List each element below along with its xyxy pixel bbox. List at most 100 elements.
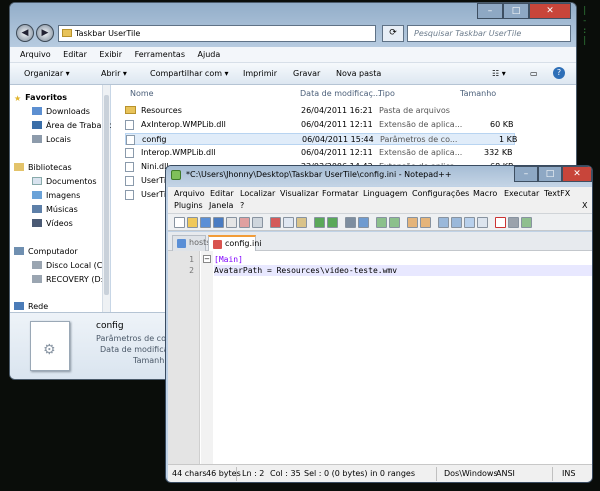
notepadpp-menubar: Arquivo Editar Localizar Visualizar Form… bbox=[168, 187, 592, 213]
minimize-button[interactable]: – bbox=[514, 166, 538, 182]
file-name: Interop.WMPLib.dll bbox=[141, 148, 216, 157]
list-item[interactable]: AxInterop.WMPLib.dll 06/04/2011 12:11 Ex… bbox=[125, 119, 515, 131]
macro-record-icon[interactable] bbox=[495, 217, 506, 228]
list-item-selected[interactable]: config 06/04/2011 15:44 Parâmetros de co… bbox=[125, 133, 518, 145]
close-document-button[interactable]: X bbox=[582, 201, 587, 210]
menu-configuracoes[interactable]: Configurações bbox=[412, 189, 469, 198]
tab-config-ini[interactable]: config.ini bbox=[208, 235, 262, 251]
videos-icon bbox=[32, 219, 42, 227]
forward-icon[interactable]: ▶ bbox=[36, 24, 54, 42]
menu-linguagem[interactable]: Linguagem bbox=[363, 189, 408, 198]
menu-textfx[interactable]: TextFX bbox=[544, 189, 570, 198]
sidebar-item-downloads[interactable]: Downloads bbox=[32, 107, 90, 116]
redo-icon[interactable] bbox=[327, 217, 338, 228]
organize-button[interactable]: Organizar ▾ bbox=[24, 69, 70, 78]
menu-arquivo[interactable]: Arquivo bbox=[174, 189, 205, 198]
paragraph-icon[interactable] bbox=[451, 217, 462, 228]
column-date[interactable]: Data de modificaç... bbox=[300, 89, 381, 98]
menu-editar[interactable]: Editar bbox=[210, 189, 234, 198]
tab-hosts[interactable]: hosts bbox=[172, 235, 210, 251]
print-icon[interactable] bbox=[252, 217, 263, 228]
burn-button[interactable]: Gravar bbox=[293, 69, 320, 78]
zoom-out-icon[interactable] bbox=[389, 217, 400, 228]
fold-icon[interactable] bbox=[477, 217, 488, 228]
show-all-chars-icon[interactable] bbox=[464, 217, 475, 228]
navigation-pane: ★ Favoritos Downloads Área de Trabalho Lo… bbox=[10, 85, 114, 312]
column-name[interactable]: Nome bbox=[130, 89, 154, 98]
address-bar[interactable]: Taskbar UserTile bbox=[58, 25, 376, 42]
undo-icon[interactable] bbox=[314, 217, 325, 228]
file-size: 1 KB bbox=[499, 135, 518, 144]
replace-icon[interactable] bbox=[358, 217, 369, 228]
menu-visualizar[interactable]: Visualizar bbox=[280, 189, 319, 198]
sidebar-item-network[interactable]: Rede bbox=[14, 302, 48, 311]
menu-arquivo[interactable]: Arquivo bbox=[10, 47, 51, 59]
sidebar-item-documents[interactable]: Documentos bbox=[32, 177, 97, 186]
save-all-icon[interactable] bbox=[213, 217, 224, 228]
minimize-button[interactable]: – bbox=[477, 3, 503, 19]
sidebar-item-libraries[interactable]: Bibliotecas bbox=[14, 163, 72, 172]
cut-icon[interactable] bbox=[270, 217, 281, 228]
search-input[interactable]: Pesquisar Taskbar UserTile bbox=[407, 25, 571, 42]
sidebar-item-recovery[interactable]: RECOVERY (D:) bbox=[32, 275, 106, 284]
dll-file-icon bbox=[125, 162, 134, 172]
text-editor[interactable]: 1 2 − [Main] AvatarPath = Resources\vide… bbox=[168, 251, 592, 464]
menu-help[interactable]: ? bbox=[240, 201, 244, 210]
menu-executar[interactable]: Executar bbox=[504, 189, 539, 198]
sync-scroll-icon[interactable] bbox=[407, 217, 418, 228]
downloads-icon bbox=[32, 107, 42, 115]
macro-stop-icon[interactable] bbox=[508, 217, 519, 228]
file-name: AxInterop.WMPLib.dll bbox=[141, 120, 226, 129]
sidebar-item-images[interactable]: Imagens bbox=[32, 191, 80, 200]
open-button[interactable]: Abrir ▾ bbox=[101, 69, 127, 78]
menu-janela[interactable]: Janela bbox=[209, 201, 233, 210]
indent-guide-icon[interactable] bbox=[438, 217, 449, 228]
help-icon[interactable]: ? bbox=[553, 67, 565, 79]
maximize-button[interactable]: □ bbox=[538, 166, 562, 182]
paste-icon[interactable] bbox=[296, 217, 307, 228]
preview-pane-icon[interactable]: ▭ bbox=[530, 69, 538, 78]
menu-formatar[interactable]: Formatar bbox=[322, 189, 358, 198]
new-folder-button[interactable]: Nova pasta bbox=[336, 69, 381, 78]
sidebar-scrollbar[interactable] bbox=[102, 85, 110, 312]
close-all-icon[interactable] bbox=[239, 217, 250, 228]
sidebar-item-local-disk[interactable]: Disco Local (C:) bbox=[32, 261, 108, 270]
share-button[interactable]: Compartilhar com ▾ bbox=[150, 69, 229, 78]
sidebar-item-videos[interactable]: Vídeos bbox=[32, 219, 73, 228]
scrollbar-thumb[interactable] bbox=[104, 95, 109, 295]
copy-icon[interactable] bbox=[283, 217, 294, 228]
find-icon[interactable] bbox=[345, 217, 356, 228]
zoom-in-icon[interactable] bbox=[376, 217, 387, 228]
sidebar-item-computer[interactable]: Computador bbox=[14, 247, 78, 256]
view-options-icon[interactable]: ☷ ▾ bbox=[492, 69, 506, 78]
list-item[interactable]: Interop.WMPLib.dll 06/04/2011 12:11 Exte… bbox=[125, 147, 515, 159]
print-button[interactable]: Imprimir bbox=[243, 69, 277, 78]
sidebar-item-favorites[interactable]: ★ Favoritos bbox=[14, 93, 67, 103]
fold-margin[interactable]: − bbox=[201, 251, 213, 464]
close-file-icon[interactable] bbox=[226, 217, 237, 228]
fold-minus-icon[interactable]: − bbox=[203, 255, 211, 263]
maximize-button[interactable]: □ bbox=[503, 3, 529, 19]
close-button[interactable]: ✕ bbox=[562, 166, 592, 182]
open-file-icon[interactable] bbox=[187, 217, 198, 228]
list-item[interactable]: Resources 26/04/2011 16:21 Pasta de arqu… bbox=[125, 105, 515, 117]
close-button[interactable]: ✕ bbox=[529, 3, 571, 19]
sidebar-item-recent[interactable]: Locais bbox=[32, 135, 71, 144]
save-icon[interactable] bbox=[200, 217, 211, 228]
refresh-icon[interactable]: ⟳ bbox=[382, 25, 404, 42]
menu-plugins[interactable]: Plugins bbox=[174, 201, 203, 210]
menu-editar[interactable]: Editar bbox=[53, 47, 87, 59]
back-icon[interactable]: ◀ bbox=[16, 24, 34, 42]
menu-ferramentas[interactable]: Ferramentas bbox=[125, 47, 185, 59]
menu-localizar[interactable]: Localizar bbox=[240, 189, 275, 198]
sidebar-item-music[interactable]: Músicas bbox=[32, 205, 78, 214]
menu-macro[interactable]: Macro bbox=[473, 189, 497, 198]
column-size[interactable]: Tamanho bbox=[460, 89, 496, 98]
notepadpp-titlebar: *C:\Users\Jhonny\Desktop\Taskbar UserTil… bbox=[166, 166, 592, 186]
menu-ajuda[interactable]: Ajuda bbox=[188, 47, 221, 59]
new-file-icon[interactable] bbox=[174, 217, 185, 228]
macro-play-icon[interactable] bbox=[521, 217, 532, 228]
column-type[interactable]: Tipo bbox=[378, 89, 395, 98]
menu-exibir[interactable]: Exibir bbox=[89, 47, 122, 59]
word-wrap-icon[interactable] bbox=[420, 217, 431, 228]
